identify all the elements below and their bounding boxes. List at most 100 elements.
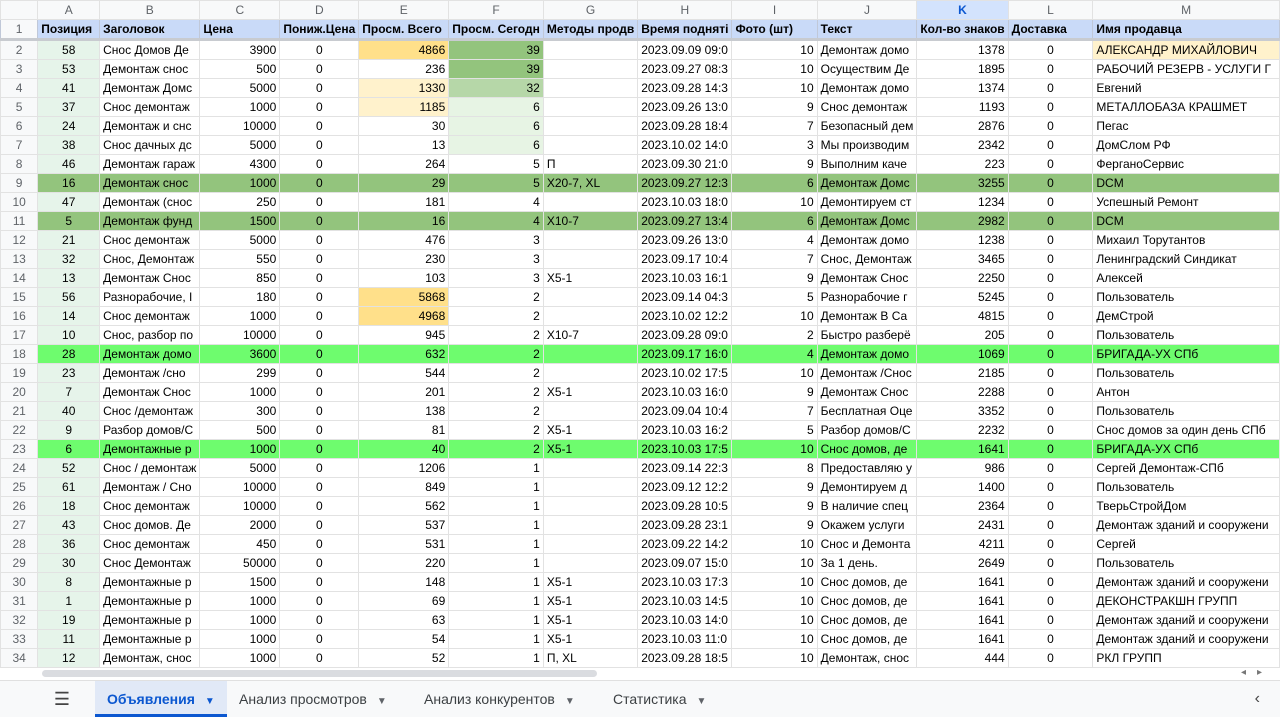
table-cell[interactable]: 1000 bbox=[199, 97, 281, 117]
table-cell[interactable]: 9 bbox=[731, 496, 818, 516]
table-cell[interactable]: 0 bbox=[1007, 59, 1094, 79]
table-cell[interactable] bbox=[542, 116, 639, 136]
table-cell[interactable]: X5-1 bbox=[542, 439, 639, 459]
table-cell[interactable]: Мы производим bbox=[816, 135, 918, 155]
table-cell[interactable]: 0 bbox=[279, 306, 360, 326]
table-cell[interactable]: 9 bbox=[731, 97, 818, 117]
hamburger-icon[interactable]: ☰ bbox=[52, 689, 72, 709]
table-cell[interactable]: 1206 bbox=[358, 458, 450, 478]
column-title[interactable]: Просм. Всего bbox=[358, 19, 450, 41]
table-cell[interactable]: 13 bbox=[358, 135, 450, 155]
table-cell[interactable]: 9 bbox=[731, 515, 818, 535]
table-cell[interactable]: Снос демонтаж bbox=[99, 230, 201, 250]
table-cell[interactable]: 0 bbox=[1007, 325, 1094, 345]
table-cell[interactable]: 0 bbox=[1007, 78, 1094, 98]
column-title[interactable]: Методы продв bbox=[542, 19, 639, 41]
table-cell[interactable]: Пользователь bbox=[1092, 553, 1280, 573]
row-number[interactable]: 11 bbox=[0, 211, 39, 231]
table-cell[interactable] bbox=[542, 97, 639, 117]
table-cell[interactable]: 250 bbox=[199, 192, 281, 212]
table-cell[interactable]: 2 bbox=[731, 325, 818, 345]
table-cell[interactable] bbox=[542, 135, 639, 155]
table-cell[interactable]: 0 bbox=[1007, 458, 1094, 478]
table-cell[interactable]: 236 bbox=[358, 59, 450, 79]
table-cell[interactable]: 2023.09.28 23:1 bbox=[637, 515, 733, 535]
column-title[interactable]: Позиция bbox=[37, 19, 101, 41]
tab-1[interactable]: Объявления ▼ bbox=[95, 681, 227, 717]
table-cell[interactable]: 30 bbox=[358, 116, 450, 136]
table-cell[interactable]: 6 bbox=[448, 97, 544, 117]
table-cell[interactable]: Демонтаж домо bbox=[816, 39, 918, 60]
table-cell[interactable]: 2023.09.12 12:2 bbox=[637, 477, 733, 497]
table-cell[interactable] bbox=[542, 534, 639, 554]
table-cell[interactable]: 1 bbox=[448, 553, 544, 573]
table-cell[interactable]: 550 bbox=[199, 249, 281, 269]
table-cell[interactable]: 1374 bbox=[916, 78, 1009, 98]
table-cell[interactable]: 53 bbox=[37, 59, 101, 79]
table-cell[interactable]: Демонтаж зданий и сооружени bbox=[1092, 572, 1280, 592]
table-cell[interactable]: Пользователь bbox=[1092, 401, 1280, 421]
table-cell[interactable]: 0 bbox=[1007, 363, 1094, 383]
table-cell[interactable]: 16 bbox=[37, 173, 101, 193]
table-cell[interactable]: 2023.10.02 17:5 bbox=[637, 363, 733, 383]
table-cell[interactable]: Снос домов, де bbox=[816, 629, 918, 649]
table-cell[interactable]: 2364 bbox=[916, 496, 1009, 516]
table-cell[interactable]: X5-1 bbox=[542, 610, 639, 630]
row-number[interactable]: 29 bbox=[0, 553, 39, 573]
table-cell[interactable]: 0 bbox=[1007, 610, 1094, 630]
table-cell[interactable]: X5-1 bbox=[542, 629, 639, 649]
table-cell[interactable]: 10000 bbox=[199, 325, 281, 345]
table-cell[interactable]: 2 bbox=[448, 306, 544, 326]
table-cell[interactable]: 220 bbox=[358, 553, 450, 573]
table-cell[interactable]: 0 bbox=[279, 211, 360, 231]
table-cell[interactable]: 1193 bbox=[916, 97, 1009, 117]
table-cell[interactable]: 7 bbox=[37, 382, 101, 402]
table-cell[interactable]: 1 bbox=[448, 496, 544, 516]
table-cell[interactable]: Демонтаж В Са bbox=[816, 306, 918, 326]
table-cell[interactable] bbox=[542, 515, 639, 535]
table-cell[interactable]: 1000 bbox=[199, 382, 281, 402]
table-cell[interactable]: 9 bbox=[731, 382, 818, 402]
table-cell[interactable]: РКЛ ГРУПП bbox=[1092, 648, 1280, 668]
table-cell[interactable]: 3600 bbox=[199, 344, 281, 364]
table-cell[interactable]: Демонтаж снос bbox=[99, 59, 201, 79]
table-cell[interactable]: 2023.09.26 13:0 bbox=[637, 230, 733, 250]
row-number[interactable]: 23 bbox=[0, 439, 39, 459]
table-cell[interactable]: 2023.09.28 09:0 bbox=[637, 325, 733, 345]
table-cell[interactable]: 2649 bbox=[916, 553, 1009, 573]
table-cell[interactable]: Снос домов, де bbox=[816, 591, 918, 611]
column-title[interactable]: Заголовок bbox=[99, 19, 201, 41]
column-title[interactable]: Кол-во знаков bbox=[916, 19, 1009, 41]
table-cell[interactable]: ДемСтрой bbox=[1092, 306, 1280, 326]
table-cell[interactable]: 4 bbox=[731, 230, 818, 250]
row-number[interactable]: 28 bbox=[0, 534, 39, 554]
table-cell[interactable]: 52 bbox=[358, 648, 450, 668]
row-number[interactable]: 25 bbox=[0, 477, 39, 497]
table-cell[interactable]: Снос и Демонта bbox=[816, 534, 918, 554]
table-cell[interactable]: Выполним каче bbox=[816, 154, 918, 174]
table-cell[interactable]: 6 bbox=[448, 135, 544, 155]
table-cell[interactable]: Демонтаж (снос bbox=[99, 192, 201, 212]
table-cell[interactable]: 18 bbox=[37, 496, 101, 516]
table-cell[interactable]: 0 bbox=[279, 439, 360, 459]
row-number[interactable]: 32 bbox=[0, 610, 39, 630]
table-cell[interactable]: Демонтажные р bbox=[99, 591, 201, 611]
table-cell[interactable]: Снос демонтаж bbox=[99, 306, 201, 326]
table-cell[interactable] bbox=[542, 306, 639, 326]
table-cell[interactable]: 264 bbox=[358, 154, 450, 174]
table-cell[interactable]: 0 bbox=[279, 401, 360, 421]
table-cell[interactable]: Демонтаж Снос bbox=[99, 268, 201, 288]
table-cell[interactable]: 2023.09.27 13:4 bbox=[637, 211, 733, 231]
table-cell[interactable]: 562 bbox=[358, 496, 450, 516]
table-cell[interactable]: Разнорабочие г bbox=[816, 287, 918, 307]
table-cell[interactable]: 2023.10.03 16:1 bbox=[637, 268, 733, 288]
table-cell[interactable]: 3 bbox=[731, 135, 818, 155]
table-cell[interactable]: 531 bbox=[358, 534, 450, 554]
table-cell[interactable]: 476 bbox=[358, 230, 450, 250]
horizontal-scrollbar[interactable]: ◂ ▸ bbox=[0, 667, 1280, 680]
table-cell[interactable]: 39 bbox=[448, 59, 544, 79]
column-header-d[interactable]: D bbox=[279, 0, 360, 20]
table-cell[interactable]: 5000 bbox=[199, 135, 281, 155]
table-cell[interactable]: 2 bbox=[448, 325, 544, 345]
table-cell[interactable]: 5868 bbox=[358, 287, 450, 307]
